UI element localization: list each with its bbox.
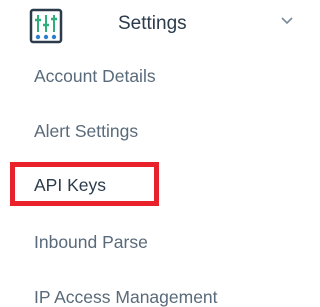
highlight-box [10, 162, 159, 206]
chevron-down-icon[interactable] [281, 16, 293, 26]
settings-header[interactable]: Settings [0, 0, 295, 52]
settings-label: Settings [118, 13, 187, 34]
sidebar-item-ip-access-management[interactable]: IP Access Management [34, 287, 218, 307]
sliders-icon [29, 8, 63, 44]
sidebar-item-alert-settings[interactable]: Alert Settings [34, 121, 138, 142]
sidebar-item-account-details[interactable]: Account Details [34, 66, 156, 87]
sidebar-item-inbound-parse[interactable]: Inbound Parse [34, 232, 148, 253]
